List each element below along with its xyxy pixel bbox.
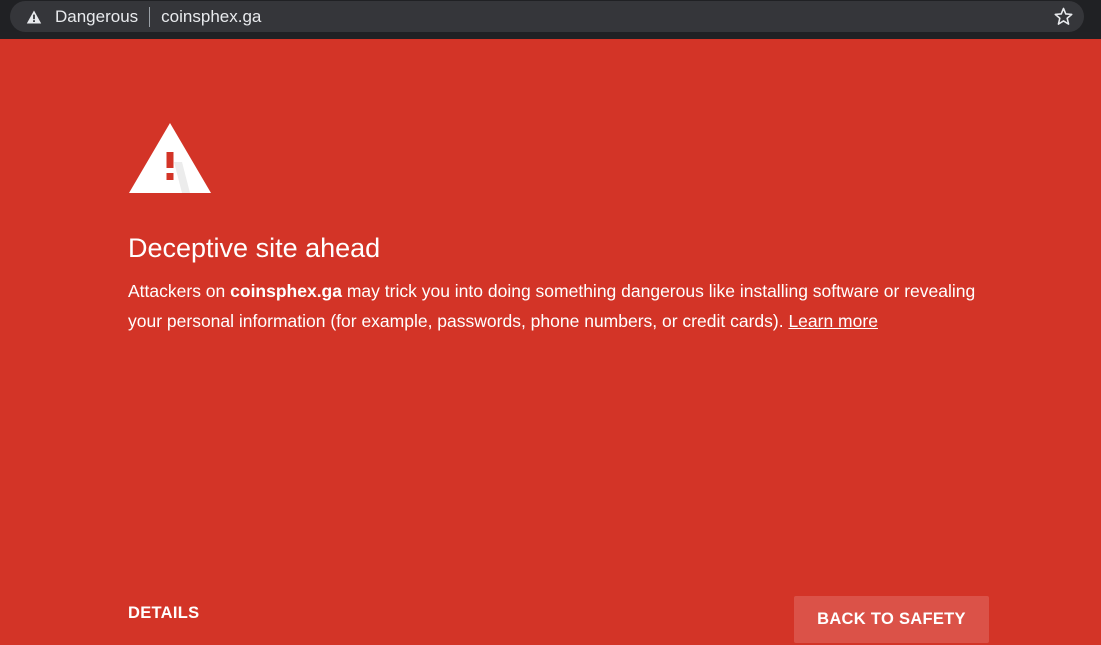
address-bar[interactable]: Dangerous coinsphex.ga	[10, 1, 1084, 32]
message-domain: coinsphex.ga	[230, 281, 342, 301]
page-title: Deceptive site ahead	[128, 233, 381, 263]
browser-toolbar: Dangerous coinsphex.ga	[0, 0, 1101, 39]
message-prefix: Attackers on	[128, 281, 231, 301]
omnibox-separator	[149, 6, 151, 27]
warning-triangle-icon	[26, 10, 42, 23]
star-icon[interactable]	[1053, 6, 1074, 27]
back-to-safety-button[interactable]: BACK TO SAFETY	[794, 596, 989, 643]
details-button[interactable]: DETAILS	[128, 604, 199, 623]
url-text[interactable]: coinsphex.ga	[161, 1, 261, 32]
security-label: Dangerous	[55, 7, 139, 26]
security-chip[interactable]: Dangerous coinsphex.ga	[26, 1, 261, 32]
warning-triangle-icon	[129, 123, 211, 193]
warning-message: Attackers on coinsphex.ga may trick you …	[128, 276, 978, 336]
learn-more-link[interactable]: Learn more	[788, 311, 878, 331]
